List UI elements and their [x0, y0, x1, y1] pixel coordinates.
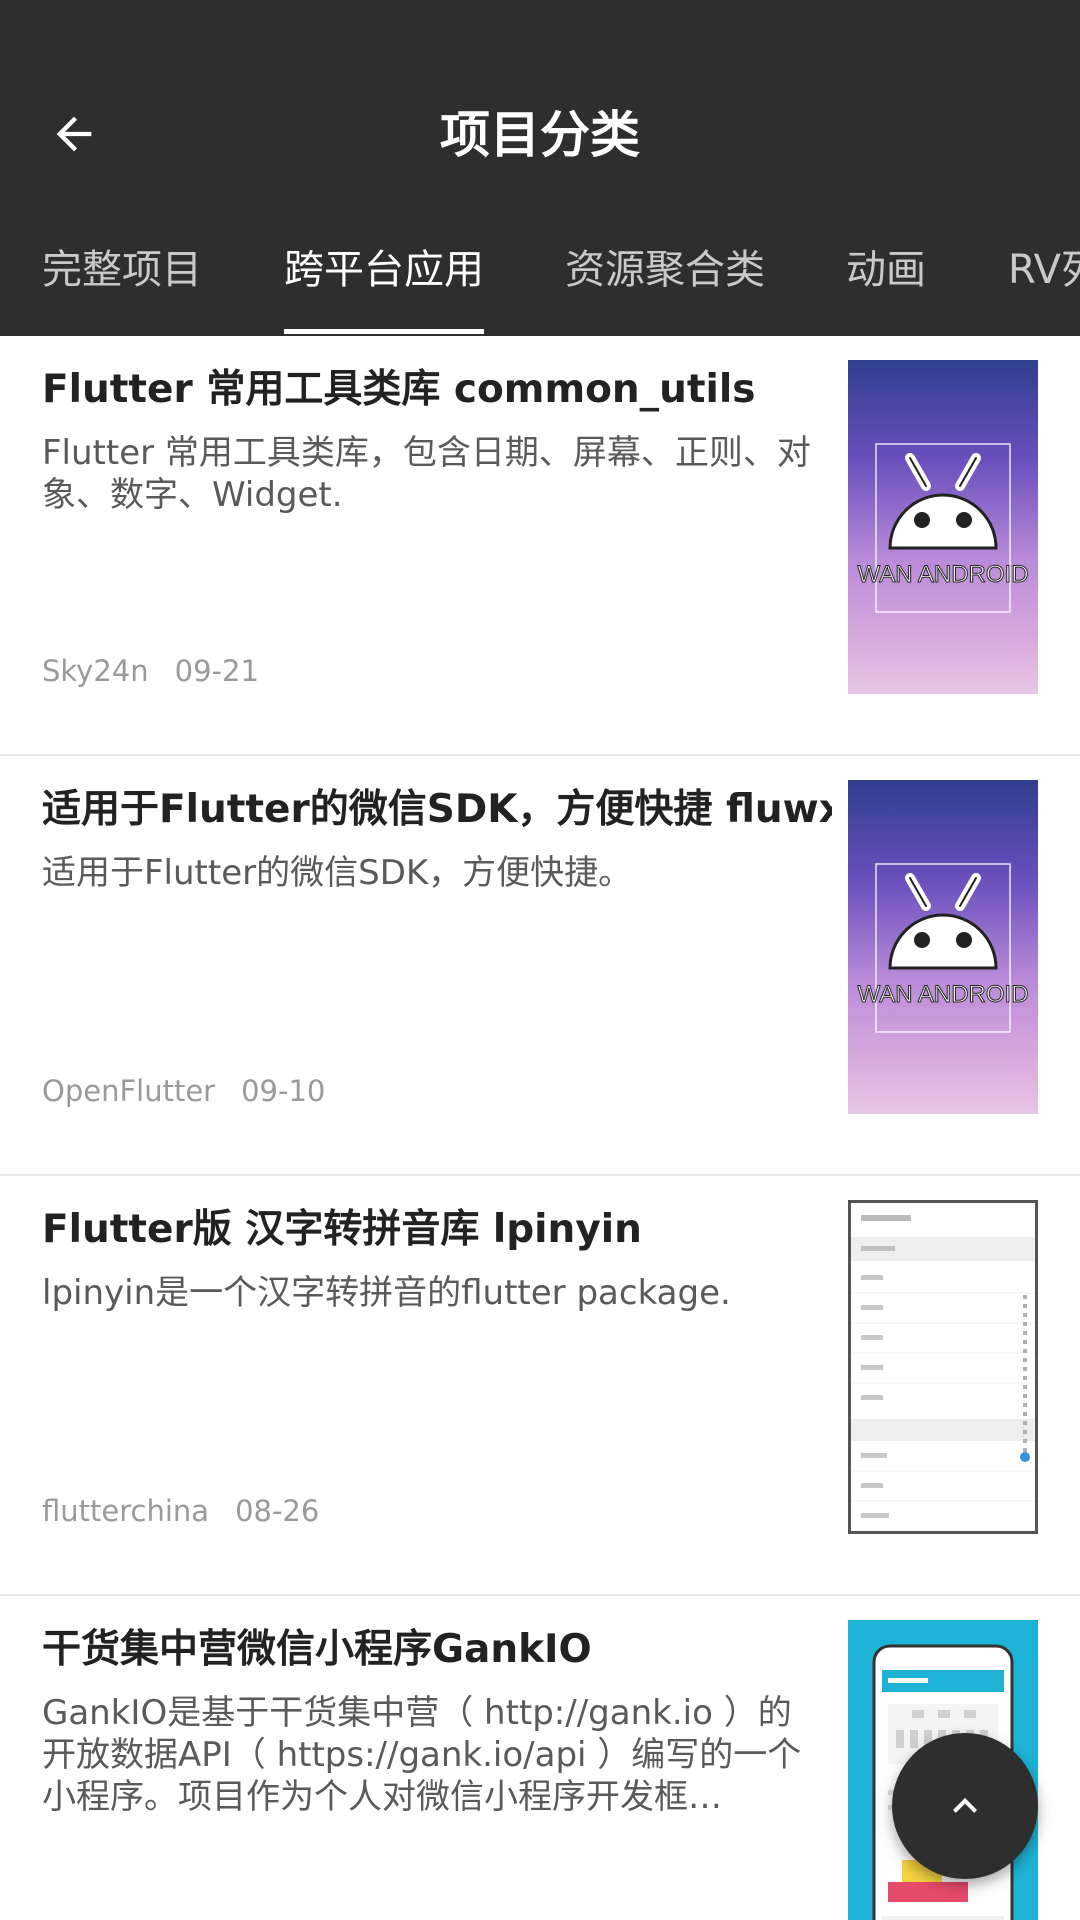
project-description: Flutter 常用工具类库，包含日期、屏幕、正则、对象、数字、Widget.: [42, 433, 811, 515]
project-description: GankIO是基于干货集中营（ http://gank.io ）的开放数据API…: [42, 1693, 802, 1817]
project-date: 09-21: [174, 654, 259, 688]
project-title: Flutter 常用工具类库 common_utils: [42, 367, 756, 412]
project-title: Flutter版 汉字转拼音库 lpinyin: [42, 1207, 642, 1252]
app-bar: 项目分类: [0, 66, 1080, 204]
status-bar: [0, 0, 1080, 66]
project-title: 适用于Flutter的微信SDK，方便快捷 fluwx: [42, 787, 832, 832]
project-author: flutterchina: [42, 1494, 210, 1528]
tab-rv-list[interactable]: RV列: [1008, 204, 1080, 336]
project-title: 干货集中营微信小程序GankIO: [42, 1627, 592, 1672]
project-description: lpinyin是一个汉字转拼音的flutter package.: [42, 1273, 731, 1313]
tab-complete-projects[interactable]: 完整项目: [42, 204, 202, 336]
project-card[interactable]: Flutter 常用工具类库 common_utils Flutter 常用工具…: [0, 336, 1080, 756]
project-list[interactable]: Flutter 常用工具类库 common_utils Flutter 常用工具…: [0, 336, 1080, 1920]
project-card[interactable]: 适用于Flutter的微信SDK，方便快捷 fluwx 适用于Flutter的微…: [0, 756, 1080, 1176]
tab-indicator: [284, 329, 484, 334]
svg-text:WAN ANDROID: WAN ANDROID: [857, 561, 1028, 588]
project-author: OpenFlutter: [42, 1074, 216, 1108]
project-card[interactable]: Flutter版 汉字转拼音库 lpinyin lpinyin是一个汉字转拼音的…: [0, 1176, 1080, 1596]
project-thumbnail[interactable]: WAN ANDROID: [848, 360, 1038, 694]
category-tabs: 完整项目 跨平台应用 资源聚合类 动画 RV列: [0, 204, 1080, 336]
svg-text:WAN ANDROID: WAN ANDROID: [857, 981, 1028, 1008]
city-list-screenshot: [851, 1203, 1035, 1518]
project-meta: flutterchina 08-26: [42, 1494, 319, 1528]
tab-resource-aggregation[interactable]: 资源聚合类: [565, 204, 765, 336]
project-description: 适用于Flutter的微信SDK，方便快捷。: [42, 853, 633, 893]
project-meta: Sky24n 09-21: [42, 654, 259, 688]
project-thumbnail[interactable]: WAN ANDROID: [848, 780, 1038, 1114]
wan-android-logo: WAN ANDROID: [857, 863, 1029, 1033]
scroll-to-top-button[interactable]: [892, 1733, 1038, 1879]
project-date: 08-26: [235, 1494, 320, 1528]
arrow-back-icon: [56, 116, 92, 152]
project-author: Sky24n: [42, 654, 149, 688]
wan-android-logo: WAN ANDROID: [857, 443, 1029, 613]
chevron-up-icon: [953, 1798, 977, 1813]
project-date: 09-10: [241, 1074, 326, 1108]
tab-animation[interactable]: 动画: [846, 204, 926, 336]
project-meta: OpenFlutter 09-10: [42, 1074, 325, 1108]
page-title: 项目分类: [440, 106, 640, 164]
back-button[interactable]: [34, 94, 114, 174]
project-thumbnail[interactable]: [848, 1200, 1038, 1534]
tab-cross-platform[interactable]: 跨平台应用: [284, 204, 484, 336]
